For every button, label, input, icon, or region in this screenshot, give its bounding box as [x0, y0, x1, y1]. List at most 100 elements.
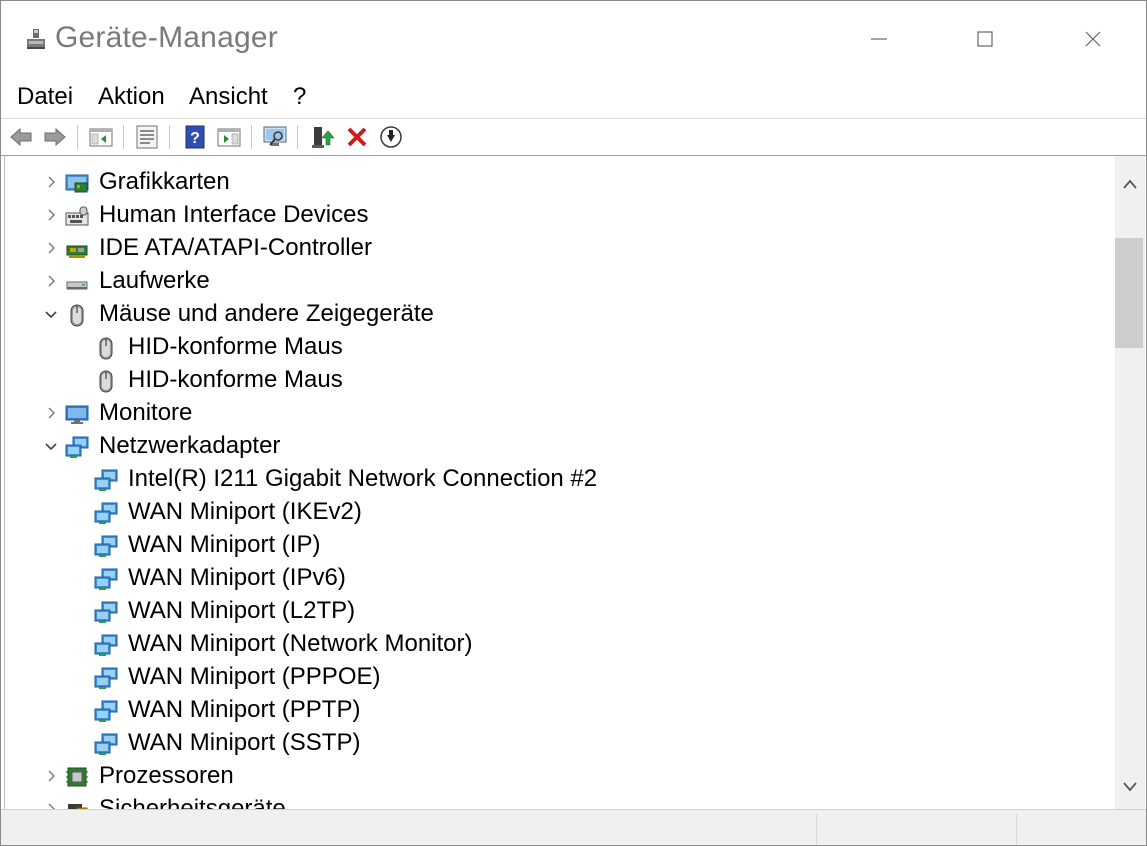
scan-hardware-icon[interactable] [261, 123, 289, 151]
hid-icon [65, 206, 89, 226]
network-adapter-icon [94, 568, 118, 590]
tree-item-label: WAN Miniport (L2TP) [128, 597, 356, 624]
tree-item-label: IDE ATA/ATAPI-Controller [99, 234, 372, 261]
network-adapter-icon [94, 634, 118, 656]
tree-item-label: WAN Miniport (PPPOE) [128, 663, 381, 690]
tree-device-wan-miniport-pptp[interactable]: WAN Miniport (PPTP) [5, 694, 1105, 727]
tree-device-wan-miniport-network-monitor[interactable]: WAN Miniport (Network Monitor) [5, 628, 1105, 661]
toolbar: ? [1, 118, 1146, 156]
network-adapter-icon [94, 469, 118, 491]
network-adapter-icon [94, 535, 118, 557]
menu-datei[interactable]: Datei [17, 83, 73, 111]
tree-device-wan-miniport-pppoe[interactable]: WAN Miniport (PPPOE) [5, 661, 1105, 694]
close-button[interactable] [1063, 15, 1123, 63]
back-arrow-icon[interactable] [7, 123, 35, 151]
update-driver-icon[interactable] [309, 123, 337, 151]
chevron-right-icon[interactable] [43, 801, 59, 809]
tree-device-intel-r-i211-gigabit-network-connection-2[interactable]: Intel(R) I211 Gigabit Network Connection… [5, 463, 1105, 496]
tree-device-wan-miniport-l2tp[interactable]: WAN Miniport (L2TP) [5, 595, 1105, 628]
tree-category-ide-ata-atapi-controller[interactable]: IDE ATA/ATAPI-Controller [5, 232, 1105, 265]
drive-icon [66, 281, 88, 290]
tree-item-label: Human Interface Devices [99, 201, 369, 228]
menu-bar: Datei Aktion Ansicht ? [1, 79, 1146, 117]
chevron-right-icon[interactable] [43, 174, 59, 190]
device-manager-icon [27, 29, 45, 49]
tree-device-wan-miniport-sstp[interactable]: WAN Miniport (SSTP) [5, 727, 1105, 760]
title-bar[interactable]: Geräte-Manager [1, 1, 1146, 77]
tree-item-label: Laufwerke [99, 267, 210, 294]
tree-item-label: Netzwerkadapter [99, 432, 281, 459]
tree-category-human-interface-devices[interactable]: Human Interface Devices [5, 199, 1105, 232]
tree-device-hid-konforme-maus[interactable]: HID-konforme Maus [5, 331, 1105, 364]
chevron-right-icon[interactable] [43, 207, 59, 223]
tree-category-m-use-und-andere-zeigeger-te[interactable]: Mäuse und andere Zeigegeräte [5, 298, 1105, 331]
show-hide-console-tree-icon[interactable] [87, 123, 115, 151]
properties-icon[interactable] [133, 123, 161, 151]
security-device-icon [68, 804, 88, 809]
tree-device-wan-miniport-ip[interactable]: WAN Miniport (IP) [5, 529, 1105, 562]
tree-item-label: WAN Miniport (SSTP) [128, 729, 361, 756]
tree-category-sicherheitsger-te[interactable]: Sicherheitsgeräte [5, 793, 1105, 809]
menu-help[interactable]: ? [293, 83, 306, 111]
status-divider [816, 814, 817, 845]
forward-arrow-icon[interactable] [41, 123, 69, 151]
show-action-pane-icon[interactable] [215, 123, 243, 151]
ide-controller-icon [66, 245, 88, 258]
tree-item-label: Mäuse und andere Zeigegeräte [99, 300, 434, 327]
tree-item-label: WAN Miniport (Network Monitor) [128, 630, 473, 657]
tree-item-label: Monitore [99, 399, 193, 426]
minimize-button[interactable] [849, 15, 909, 63]
network-adapter-icon [94, 502, 118, 524]
tree-device-wan-miniport-ipv6[interactable]: WAN Miniport (IPv6) [5, 562, 1105, 595]
svg-text:?: ? [190, 130, 200, 147]
mouse-icon [70, 304, 84, 327]
scroll-down-arrow-icon[interactable] [1122, 781, 1138, 793]
chevron-down-icon[interactable] [43, 438, 59, 454]
menu-ansicht[interactable]: Ansicht [189, 83, 268, 111]
chevron-right-icon[interactable] [43, 768, 59, 784]
uninstall-device-icon[interactable] [343, 123, 371, 151]
chevron-right-icon[interactable] [43, 405, 59, 421]
tree-item-label: Sicherheitsgeräte [99, 795, 286, 809]
tree-category-laufwerke[interactable]: Laufwerke [5, 265, 1105, 298]
scroll-up-arrow-icon[interactable] [1122, 178, 1138, 190]
tree-item-label: Grafikkarten [99, 168, 230, 195]
chevron-right-icon[interactable] [43, 273, 59, 289]
chevron-right-icon[interactable] [43, 240, 59, 256]
toolbar-separator [251, 125, 252, 149]
tree-item-label: WAN Miniport (IP) [128, 531, 321, 558]
scrollbar-thumb[interactable] [1115, 238, 1143, 348]
vertical-scrollbar[interactable] [1115, 156, 1145, 809]
tree-item-label: Intel(R) I211 Gigabit Network Connection… [128, 465, 598, 492]
network-adapter-icon [94, 700, 118, 722]
tree-category-netzwerkadapter[interactable]: Netzwerkadapter [5, 430, 1105, 463]
monitor-icon [65, 405, 89, 424]
device-manager-window: Geräte-Manager Datei Aktion Ansicht ? ? … [0, 0, 1147, 846]
mouse-icon [99, 337, 113, 360]
processor-icon [66, 767, 88, 787]
menu-aktion[interactable]: Aktion [98, 83, 165, 111]
network-adapter-icon [94, 733, 118, 755]
network-adapter-icon [94, 667, 118, 689]
disable-device-icon[interactable] [377, 123, 405, 151]
tree-category-monitore[interactable]: Monitore [5, 397, 1105, 430]
status-bar [1, 809, 1146, 845]
tree-category-grafikkarten[interactable]: Grafikkarten [5, 166, 1105, 199]
help-icon[interactable]: ? [181, 123, 209, 151]
window-title: Geräte-Manager [55, 21, 278, 54]
toolbar-separator [123, 125, 124, 149]
chevron-down-icon[interactable] [43, 306, 59, 322]
tree-item-label: WAN Miniport (IKEv2) [128, 498, 362, 525]
tree-device-hid-konforme-maus[interactable]: HID-konforme Maus [5, 364, 1105, 397]
toolbar-separator [297, 125, 298, 149]
maximize-button[interactable] [956, 15, 1016, 63]
tree-device-wan-miniport-ikev2[interactable]: WAN Miniport (IKEv2) [5, 496, 1105, 529]
mouse-icon [99, 370, 113, 393]
tree-item-label: WAN Miniport (IPv6) [128, 564, 346, 591]
tree-category-prozessoren[interactable]: Prozessoren [5, 760, 1105, 793]
tree-item-label: HID-konforme Maus [128, 366, 343, 393]
device-tree[interactable]: Grafikkarten Human Interface Devices IDE A… [4, 156, 1116, 809]
network-adapter-icon [65, 436, 89, 458]
status-divider [1016, 814, 1017, 845]
tree-item-label: HID-konforme Maus [128, 333, 343, 360]
